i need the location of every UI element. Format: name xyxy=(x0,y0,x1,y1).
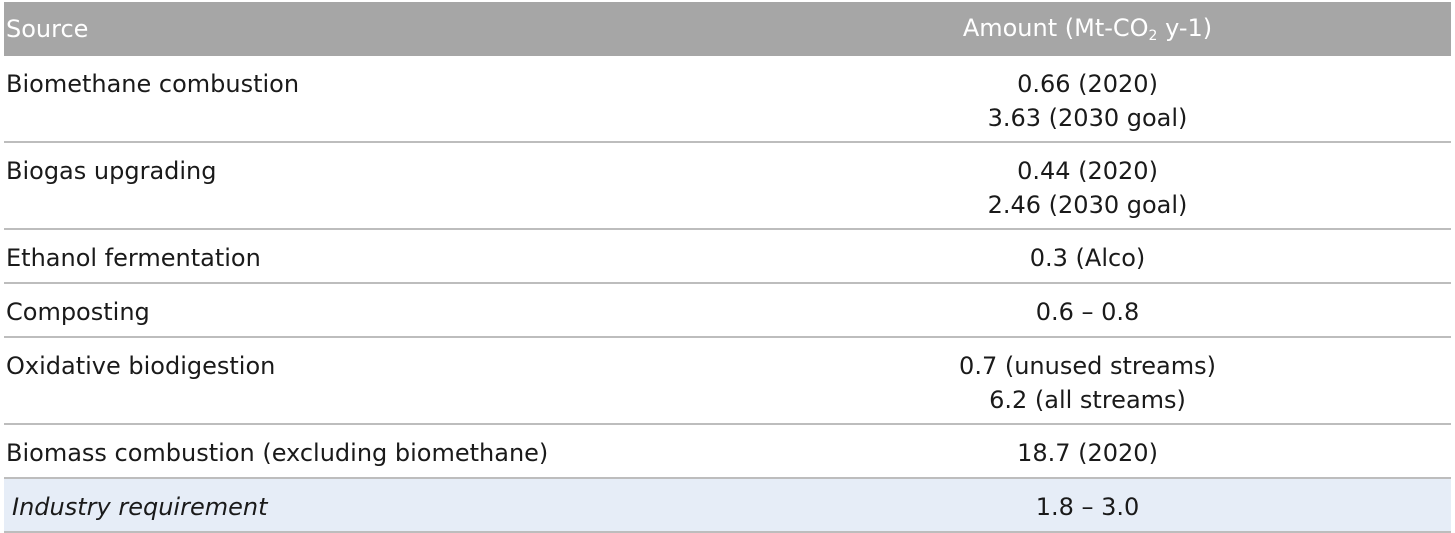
header-amount: Amount (Mt-CO2 y-1) xyxy=(724,14,1451,44)
row-amount: 0.6 – 0.8 xyxy=(724,284,1451,329)
row-amount-line: 0.44 (2020) xyxy=(1017,157,1158,185)
table-row: Biomethane combustion 0.66 (2020) 3.63 (… xyxy=(4,56,1451,143)
row-amount: 18.7 (2020) xyxy=(724,425,1451,470)
row-source: Biogas upgrading xyxy=(6,157,217,185)
row-amount-line: 2.46 (2030 goal) xyxy=(987,191,1188,219)
table-row: Composting 0.6 – 0.8 xyxy=(4,284,1451,338)
row-amount-line: 6.2 (all streams) xyxy=(989,386,1186,414)
row-amount: 0.7 (unused streams) 6.2 (all streams) xyxy=(724,338,1451,417)
header-source: Source xyxy=(6,15,89,43)
table-row: Biomass combustion (excluding biomethane… xyxy=(4,425,1451,479)
row-source: Oxidative biodigestion xyxy=(6,352,276,380)
row-amount-line: 0.6 – 0.8 xyxy=(1035,298,1140,326)
header-amount-suffix: y-1) xyxy=(1157,14,1213,42)
row-source: Biomethane combustion xyxy=(6,70,300,98)
row-amount-line: 0.66 (2020) xyxy=(1017,70,1158,98)
table-row: Biogas upgrading 0.44 (2020) 2.46 (2030 … xyxy=(4,143,1451,230)
row-source: Industry requirement xyxy=(12,493,268,521)
row-amount-line: 0.7 (unused streams) xyxy=(959,352,1216,380)
row-amount-line: 1.8 – 3.0 xyxy=(1035,493,1140,521)
table-row: Ethanol fermentation 0.3 (Alco) xyxy=(4,230,1451,284)
row-source: Composting xyxy=(6,298,150,326)
co2-sources-table: Source Amount (Mt-CO2 y-1) Biomethane co… xyxy=(4,2,1451,533)
row-amount-line: 3.63 (2030 goal) xyxy=(987,104,1188,132)
table-header-row: Source Amount (Mt-CO2 y-1) xyxy=(4,2,1451,56)
row-amount: 1.8 – 3.0 xyxy=(724,479,1451,524)
row-amount: 0.44 (2020) 2.46 (2030 goal) xyxy=(724,143,1451,222)
header-amount-prefix: Amount (Mt-CO xyxy=(962,14,1149,42)
row-source: Ethanol fermentation xyxy=(6,244,261,272)
row-source: Biomass combustion (excluding biomethane… xyxy=(6,439,549,467)
table-row-highlighted: Industry requirement 1.8 – 3.0 xyxy=(4,479,1451,533)
table-row: Oxidative biodigestion 0.7 (unused strea… xyxy=(4,338,1451,425)
row-amount-line: 18.7 (2020) xyxy=(1017,439,1158,467)
row-amount: 0.66 (2020) 3.63 (2030 goal) xyxy=(724,56,1451,135)
row-amount: 0.3 (Alco) xyxy=(724,230,1451,275)
row-amount-line: 0.3 (Alco) xyxy=(1029,244,1146,272)
